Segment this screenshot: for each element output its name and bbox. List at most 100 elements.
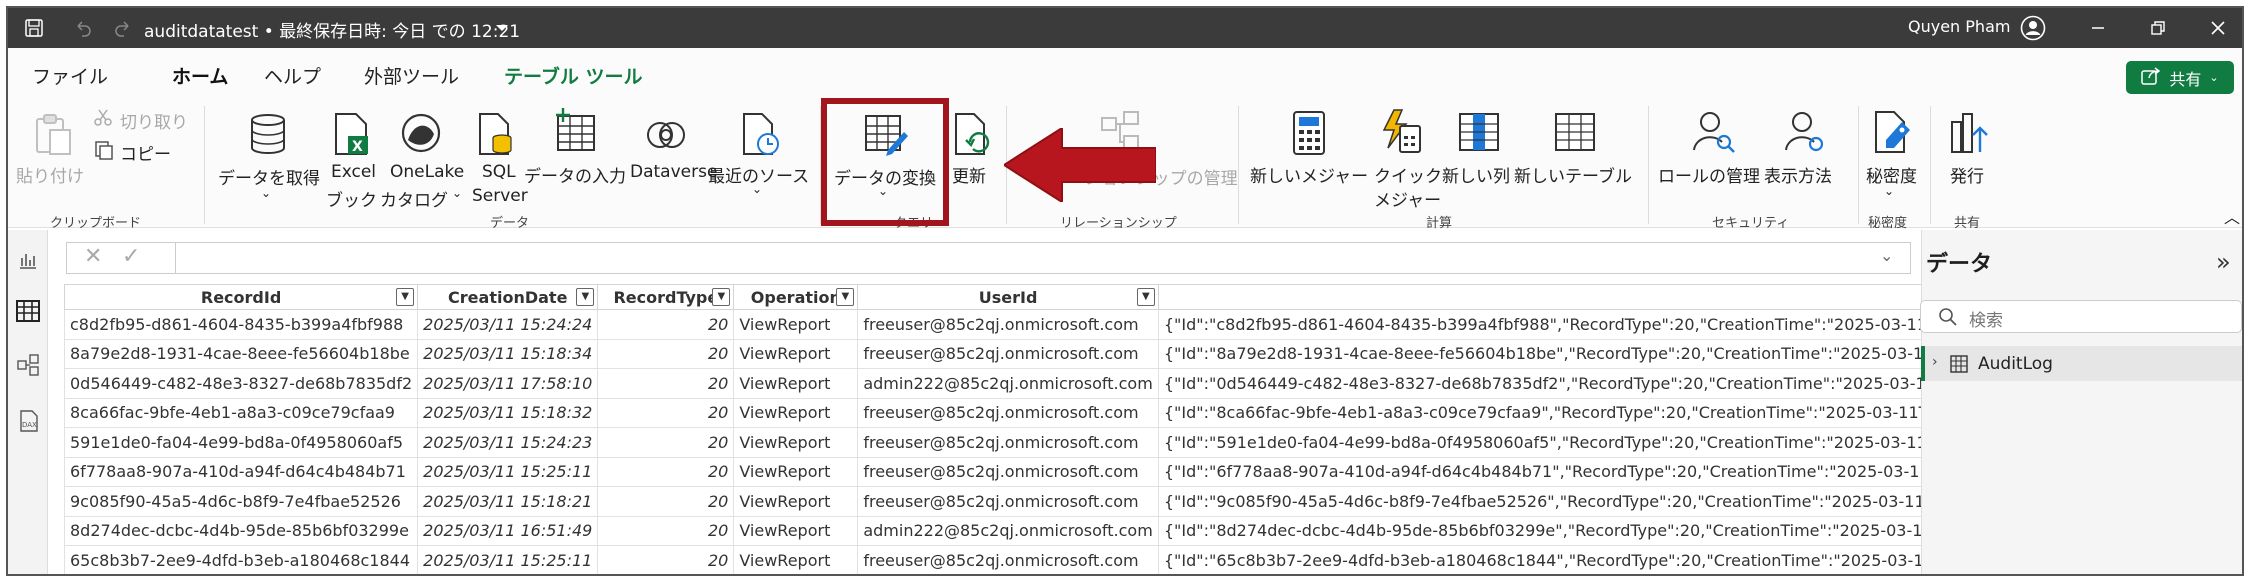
new-table-button[interactable]: 新しいテーブル	[1514, 162, 1632, 187]
cell-auditdata[interactable]: {"Id":"8ca66fac-9bfe-4eb1-a8a3-c09ce79cf…	[1157, 397, 1974, 428]
cell-recordtype[interactable]: 20	[597, 338, 735, 369]
table-row[interactable]: 8d274dec-dcbc-4d4b-95de-85b6bf03299e 202…	[63, 515, 1974, 546]
cell-recordtype[interactable]: 20	[597, 515, 735, 546]
formula-bar[interactable]	[66, 242, 1911, 274]
refresh-button[interactable]: 更新	[952, 162, 986, 187]
cell-auditdata[interactable]: {"Id":"c8d2fb95-d861-4604-8435-b399a4fbf…	[1157, 309, 1974, 340]
cell-userid[interactable]: freeuser@85c2qj.onmicrosoft.com	[857, 486, 1159, 517]
close-icon[interactable]	[2198, 8, 2238, 48]
excel-workbook-label1[interactable]: Excel	[331, 162, 376, 182]
sql-server-label1[interactable]: SQL	[482, 162, 516, 182]
save-icon[interactable]	[18, 8, 50, 48]
table-view-icon[interactable]	[16, 300, 40, 326]
column-header-auditdata[interactable]	[1157, 284, 1974, 310]
tab-home[interactable]: ホーム	[172, 62, 228, 89]
cell-auditdata[interactable]: {"Id":"591e1de0-fa04-4e99-bd8a-0f4958060…	[1157, 427, 1974, 458]
commit-icon[interactable]: ✓	[122, 244, 140, 269]
cell-userid[interactable]: freeuser@85c2qj.onmicrosoft.com	[857, 397, 1159, 428]
cell-recordid[interactable]: 8ca66fac-9bfe-4eb1-a8a3-c09ce79cfaa9	[63, 397, 419, 428]
quick-measure-label2[interactable]: メジャー	[1374, 186, 1441, 211]
cell-operation[interactable]: ViewReport	[733, 397, 859, 428]
cell-creationdate[interactable]: 2025/03/11 16:51:49	[417, 515, 599, 546]
column-header-recordid[interactable]: RecordId ▼	[63, 284, 419, 310]
cell-recordtype[interactable]: 20	[597, 427, 735, 458]
new-column-button[interactable]: 新しい列	[1442, 162, 1510, 187]
cell-creationdate[interactable]: 2025/03/11 15:18:32	[417, 397, 599, 428]
column-header-creationdate[interactable]: CreationDate ▼	[417, 284, 599, 310]
table-list-item[interactable]	[1924, 346, 2242, 381]
dropdown-icon[interactable]	[492, 8, 512, 48]
restore-icon[interactable]	[2138, 8, 2178, 48]
sql-server-label2[interactable]: Server	[472, 186, 528, 206]
cell-operation[interactable]: ViewReport	[733, 515, 859, 546]
table-row[interactable]: 8ca66fac-9bfe-4eb1-a8a3-c09ce79cfaa9 202…	[63, 397, 1974, 428]
share-button[interactable]: 共有 ⌄	[2126, 61, 2234, 94]
cut-button[interactable]: 切り取り	[120, 108, 188, 133]
cell-operation[interactable]: ViewReport	[733, 338, 859, 369]
table-row[interactable]: 8a79e2d8-1931-4cae-8eee-fe56604b18be 202…	[63, 338, 1974, 369]
new-measure-button[interactable]: 新しいメジャー	[1250, 162, 1368, 187]
column-header-userid[interactable]: UserId ▼	[857, 284, 1159, 310]
cell-operation[interactable]: ViewReport	[733, 427, 859, 458]
quick-measure-label1[interactable]: クイック	[1374, 162, 1442, 187]
column-header-operation[interactable]: Operation ▼	[733, 284, 859, 310]
chevron-right-icon[interactable]: ›	[1932, 354, 1938, 370]
publish-button[interactable]: 発行	[1950, 162, 1984, 187]
cell-creationdate[interactable]: 2025/03/11 15:25:11	[417, 545, 599, 574]
copy-button[interactable]: コピー	[120, 140, 171, 165]
cell-recordid[interactable]: c8d2fb95-d861-4604-8435-b399a4fbf988	[63, 309, 419, 340]
filter-dropdown-icon[interactable]: ▼	[576, 288, 595, 306]
cell-auditdata[interactable]: {"Id":"8d274dec-dcbc-4d4b-95de-85b6bf032…	[1157, 515, 1974, 546]
cell-creationdate[interactable]: 2025/03/11 15:24:24	[417, 309, 599, 340]
tab-table-tools[interactable]: テーブル ツール	[504, 62, 642, 89]
cell-creationdate[interactable]: 2025/03/11 15:25:11	[417, 456, 599, 487]
minimize-icon[interactable]	[2078, 8, 2118, 48]
cell-creationdate[interactable]: 2025/03/11 17:58:10	[417, 368, 599, 399]
cell-userid[interactable]: freeuser@85c2qj.onmicrosoft.com	[857, 545, 1159, 574]
cell-userid[interactable]: admin222@85c2qj.onmicrosoft.com	[857, 368, 1159, 399]
cell-operation[interactable]: ViewReport	[733, 368, 859, 399]
filter-dropdown-icon[interactable]: ▼	[712, 288, 731, 306]
user-name[interactable]: Quyen Pham	[1908, 17, 2010, 36]
cell-auditdata[interactable]: {"Id":"8a79e2d8-1931-4cae-8eee-fe56604b1…	[1157, 338, 1974, 369]
cell-recordtype[interactable]: 20	[597, 309, 735, 340]
view-as-button[interactable]: 表示方法	[1764, 162, 1832, 187]
collapse-ribbon-icon[interactable]: ︿	[2224, 204, 2240, 228]
cell-userid[interactable]: freeuser@85c2qj.onmicrosoft.com	[857, 338, 1159, 369]
tab-file[interactable]: ファイル	[32, 62, 108, 89]
report-view-icon[interactable]	[18, 250, 38, 274]
user-avatar-icon[interactable]	[2018, 8, 2048, 48]
cancel-icon[interactable]: ✕	[84, 244, 102, 269]
cell-creationdate[interactable]: 2025/03/11 15:18:21	[417, 486, 599, 517]
column-header-recordtype[interactable]: RecordType ▼	[597, 284, 735, 310]
manage-roles-button[interactable]: ロールの管理	[1658, 162, 1760, 187]
dax-query-icon[interactable]: DAX	[18, 410, 40, 436]
cell-auditdata[interactable]: {"Id":"0d546449-c482-48e3-8327-de68b7835…	[1157, 368, 1974, 399]
table-row[interactable]: 0d546449-c482-48e3-8327-de68b7835df2 202…	[63, 368, 1974, 399]
expand-formula-icon[interactable]: ⌄	[1880, 246, 1893, 265]
cell-recordtype[interactable]: 20	[597, 397, 735, 428]
cell-recordid[interactable]: 6f778aa8-907a-410d-a94f-d64c4b484b71	[63, 456, 419, 487]
paste-button[interactable]: 貼り付け	[16, 162, 84, 187]
cell-recordtype[interactable]: 20	[597, 486, 735, 517]
table-row[interactable]: 591e1de0-fa04-4e99-bd8a-0f4958060af5 202…	[63, 427, 1974, 458]
cell-userid[interactable]: freeuser@85c2qj.onmicrosoft.com	[857, 427, 1159, 458]
undo-icon[interactable]	[68, 8, 98, 48]
tab-help[interactable]: ヘルプ	[264, 62, 321, 89]
cell-recordid[interactable]: 9c085f90-45a5-4d6c-b8f9-7e4fbae52526	[63, 486, 419, 517]
cell-creationdate[interactable]: 2025/03/11 15:18:34	[417, 338, 599, 369]
collapse-pane-icon[interactable]: »	[2216, 248, 2231, 276]
cell-recordid[interactable]: 591e1de0-fa04-4e99-bd8a-0f4958060af5	[63, 427, 419, 458]
cell-operation[interactable]: ViewReport	[733, 545, 859, 574]
cell-recordid[interactable]: 65c8b3b7-2ee9-4dfd-b3eb-a180468c1844	[63, 545, 419, 574]
filter-dropdown-icon[interactable]: ▼	[1136, 288, 1155, 306]
excel-workbook-label2[interactable]: ブック	[326, 186, 377, 211]
cell-userid[interactable]: admin222@85c2qj.onmicrosoft.com	[857, 515, 1159, 546]
cell-auditdata[interactable]: {"Id":"9c085f90-45a5-4d6c-b8f9-7e4fbae52…	[1157, 486, 1974, 517]
cell-auditdata[interactable]: {"Id":"65c8b3b7-2ee9-4dfd-b3eb-a180468c1…	[1157, 545, 1974, 574]
cell-recordtype[interactable]: 20	[597, 368, 735, 399]
table-row[interactable]: 65c8b3b7-2ee9-4dfd-b3eb-a180468c1844 202…	[63, 545, 1974, 574]
redo-icon[interactable]	[108, 8, 138, 48]
cell-recordid[interactable]: 0d546449-c482-48e3-8327-de68b7835df2	[63, 368, 419, 399]
cell-auditdata[interactable]: {"Id":"6f778aa8-907a-410d-a94f-d64c4b484…	[1157, 456, 1974, 487]
